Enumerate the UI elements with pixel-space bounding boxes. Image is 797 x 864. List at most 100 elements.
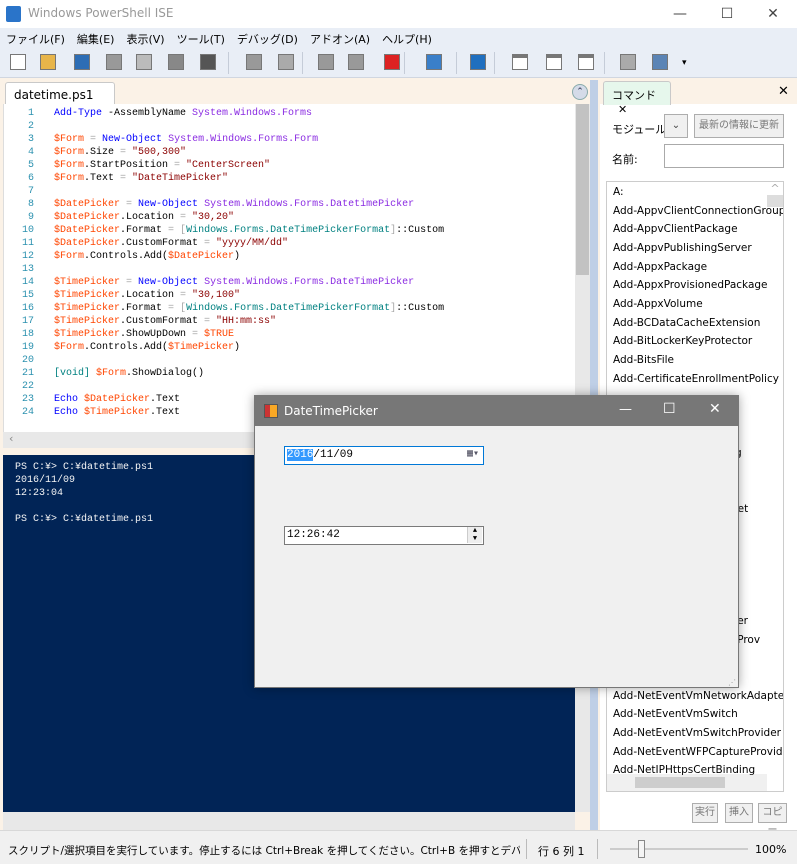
editor-vertical-scrollbar[interactable]: [575, 104, 590, 432]
toolbar-overflow-icon[interactable]: ▾: [682, 58, 687, 68]
command-list-item[interactable]: Add-NetIPHttpsCertBinding: [613, 764, 755, 776]
command-list-item[interactable]: Add-AppvPublishingServer: [613, 242, 752, 254]
close-tab-icon[interactable]: ✕: [618, 103, 627, 116]
command-list-item[interactable]: Add-AppxVolume: [613, 298, 703, 310]
paste-icon[interactable]: [166, 52, 186, 72]
command-list-item[interactable]: Add-NetEventVmNetworkAdapter: [613, 690, 783, 702]
code-token: =: [162, 225, 181, 236]
menu-item-1[interactable]: 編集(E): [71, 28, 121, 48]
layout-script-max-icon[interactable]: [576, 52, 596, 72]
maximize-button[interactable]: ☐: [704, 0, 750, 28]
code-token: ): [234, 251, 241, 262]
copy-button[interactable]: コピー: [758, 803, 787, 836]
date-picker[interactable]: 2016/11/09 ▦▾: [284, 446, 484, 465]
undo-icon[interactable]: [244, 52, 264, 72]
code-token: "30,100": [192, 290, 241, 301]
start-powershell-icon[interactable]: [468, 52, 488, 72]
command-list-item[interactable]: Add-AppxPackage: [613, 261, 707, 273]
copy-icon[interactable]: [134, 52, 154, 72]
command-list-item[interactable]: Add-AppxProvisionedPackage: [613, 279, 768, 291]
code-token: =: [114, 147, 133, 158]
menu-item-3[interactable]: ツール(T): [171, 28, 231, 48]
new-icon[interactable]: [8, 52, 28, 72]
module-dropdown[interactable]: ⌄: [664, 114, 688, 138]
dialog-minimize-button[interactable]: —: [619, 402, 632, 417]
time-value[interactable]: 12:26:42: [287, 529, 340, 541]
code-token: -AssemblyName: [102, 108, 193, 119]
code-token: =: [198, 316, 217, 327]
command-list-item[interactable]: Add-BitLockerKeyProtector: [613, 335, 752, 347]
resize-grip-icon[interactable]: ⋰: [728, 678, 736, 687]
list-horizontal-scrollbar[interactable]: [607, 774, 767, 791]
code-token: .CustomFormat: [120, 238, 199, 249]
code-token: =: [174, 212, 193, 223]
insert-button[interactable]: 挿入: [725, 803, 753, 823]
toolbar-separator: [604, 52, 605, 74]
command-list-item[interactable]: Add-BCDataCacheExtension: [613, 317, 760, 329]
open-icon[interactable]: [38, 52, 58, 72]
command-list-item[interactable]: Add-AppvClientConnectionGroup: [613, 205, 783, 217]
list-vertical-scrollbar[interactable]: ^: [767, 182, 783, 774]
minimize-button[interactable]: —: [657, 0, 703, 28]
command-list-item[interactable]: Add-CertificateEnrollmentPolicy: [613, 373, 779, 385]
show-script-pane-icon[interactable]: [618, 52, 638, 72]
date-year-segment[interactable]: 2016: [287, 449, 314, 461]
name-input[interactable]: [664, 144, 784, 168]
code-token: $TimePicker: [54, 303, 121, 314]
command-list-item[interactable]: Add-NetEventVmSwitchProvider: [613, 727, 781, 739]
remote-powershell-icon[interactable]: [424, 52, 444, 72]
run-button[interactable]: 実行: [692, 803, 718, 823]
close-panel-icon[interactable]: ✕: [778, 84, 789, 99]
form-icon: [264, 404, 278, 418]
date-rest[interactable]: /11/09: [313, 449, 353, 461]
code-line: $DatePicker.Location = "30,20": [54, 212, 234, 223]
stop-icon[interactable]: [382, 52, 402, 72]
menu-item-6[interactable]: ヘルプ(H): [376, 28, 438, 48]
code-token: $Form: [54, 160, 85, 171]
layout-script-top-icon[interactable]: [510, 52, 530, 72]
line-number: 8: [27, 199, 34, 210]
console-horizontal-scrollbar[interactable]: [3, 812, 575, 830]
time-picker[interactable]: 12:26:42 ▲ ▼: [284, 526, 484, 545]
command-list-item[interactable]: A:: [613, 186, 624, 198]
layout-script-right-icon[interactable]: [544, 52, 564, 72]
close-button[interactable]: ✕: [750, 0, 796, 28]
code-line: $TimePicker.CustomFormat = "HH:mm:ss": [54, 316, 276, 327]
code-token: .Controls.Add(: [84, 251, 169, 262]
command-list-item[interactable]: Add-BitsFile: [613, 354, 674, 366]
menu-item-0[interactable]: ファイル(F): [0, 28, 71, 48]
command-list-item[interactable]: Add-NetEventWFPCaptureProvider: [613, 746, 783, 758]
script-editor[interactable]: 1 Add-Type -AssemblyName System.Windows.F…: [3, 104, 575, 432]
code-token: .Location: [120, 290, 175, 301]
cut-icon[interactable]: [104, 52, 124, 72]
menu-item-5[interactable]: アドオン(A): [304, 28, 376, 48]
run-selection-icon[interactable]: [346, 52, 366, 72]
tab-datetime-ps1[interactable]: datetime.ps1 ✕: [5, 82, 115, 116]
zoom-slider[interactable]: [610, 848, 748, 850]
command-list-item[interactable]: Add-NetEventVmSwitch: [613, 708, 738, 720]
code-line: Echo $DatePicker.Text: [54, 394, 180, 405]
save-icon[interactable]: [72, 52, 92, 72]
run-icon[interactable]: [316, 52, 336, 72]
clear-console-icon[interactable]: [198, 52, 218, 72]
refresh-button[interactable]: 最新の情報に更新: [694, 114, 784, 138]
code-token: System.Windows.Forms.DatetimePicker: [204, 199, 415, 210]
dialog-close-button[interactable]: ✕: [709, 401, 721, 417]
line-number: 18: [21, 329, 34, 340]
code-token: .Text: [150, 407, 181, 418]
line-number: 13: [21, 264, 34, 275]
up-down-spinner-icon[interactable]: ▲ ▼: [467, 527, 482, 543]
dialog-maximize-button[interactable]: ☐: [663, 401, 676, 417]
menu-item-2[interactable]: 表示(V): [120, 28, 170, 48]
menu-item-4[interactable]: デバッグ(D): [231, 28, 304, 48]
code-token: .Text: [84, 173, 115, 184]
collapse-script-pane-button[interactable]: ⌃: [572, 84, 588, 100]
redo-icon[interactable]: [276, 52, 296, 72]
toolbar: ▾: [0, 48, 797, 78]
show-command-addon-icon[interactable]: [650, 52, 670, 72]
calendar-dropdown-icon[interactable]: ▦▾: [467, 448, 479, 460]
command-list-item[interactable]: Add-AppvClientPackage: [613, 223, 738, 235]
zoom-slider-thumb[interactable]: [637, 840, 645, 858]
tab-commands[interactable]: コマンド ✕: [603, 81, 671, 116]
code-token: $TimePicker: [54, 277, 121, 288]
